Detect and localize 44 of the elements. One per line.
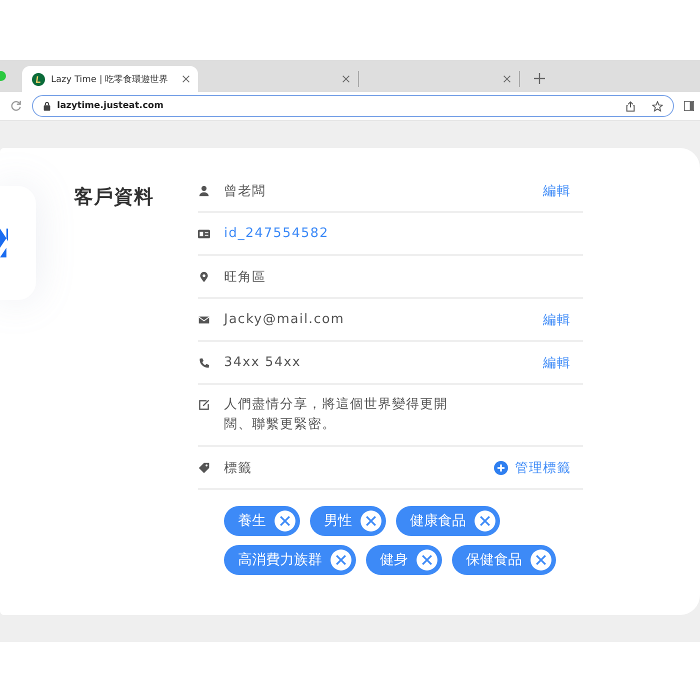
field-value: 標籤 (224, 460, 253, 477)
close-icon[interactable] (342, 75, 350, 83)
edit-link[interactable]: 編輯 (543, 354, 571, 372)
person-icon (198, 184, 210, 196)
tag-chip[interactable]: 健身 (366, 545, 442, 576)
field-value: 人們盡情分享，將這個世界變得更開闊、聯繫更緊密。 (224, 396, 449, 434)
remove-icon[interactable] (530, 549, 552, 572)
id-card-icon (198, 228, 210, 240)
tag-chip[interactable]: 保健食品 (452, 545, 556, 576)
tag-chip[interactable]: 健康食品 (396, 506, 500, 536)
remove-icon[interactable] (416, 549, 438, 572)
location-pin-icon (198, 270, 210, 282)
field-value: 34xx 54xx (224, 355, 302, 370)
reload-icon[interactable] (10, 100, 22, 112)
field-value: Jacky@mail.com (224, 312, 346, 327)
tag-chip[interactable]: 高消費力族群 (224, 545, 356, 576)
field-value: 旺角區 (224, 268, 267, 286)
field-value: id_247554582 (224, 226, 330, 241)
plus-icon (494, 460, 508, 475)
close-icon[interactable] (182, 75, 190, 83)
remove-icon[interactable] (474, 510, 496, 532)
tag-chip[interactable]: 養生 (224, 506, 300, 536)
sidebar-icon[interactable] (684, 101, 694, 111)
star-icon[interactable] (652, 100, 663, 112)
edit-icon (198, 399, 210, 411)
card-title: 客戶資料 (74, 185, 155, 210)
remove-icon[interactable] (330, 549, 352, 572)
browser-tab[interactable]: Lazy Time | 吃零食環遊世界 (22, 66, 198, 92)
tag-icon (198, 462, 210, 474)
lock-icon (43, 101, 51, 111)
tag-chip[interactable]: 男性 (310, 506, 386, 536)
tab-title: Lazy Time | 吃零食環遊世界 (51, 74, 170, 86)
close-icon[interactable] (503, 75, 511, 83)
edit-link[interactable]: 編輯 (543, 182, 571, 200)
share-icon[interactable] (625, 100, 636, 112)
remove-icon[interactable] (360, 510, 382, 532)
new-tab-icon[interactable] (534, 73, 545, 84)
field-value: 曾老闆 (224, 182, 267, 200)
manage-tags-link[interactable]: 管理標籤 (494, 458, 571, 477)
remove-icon[interactable] (274, 510, 296, 532)
phone-icon (198, 356, 210, 368)
address-bar[interactable]: lazytime.justeat.com (32, 95, 674, 117)
favicon-icon (32, 72, 45, 86)
edit-link[interactable]: 編輯 (543, 310, 571, 328)
